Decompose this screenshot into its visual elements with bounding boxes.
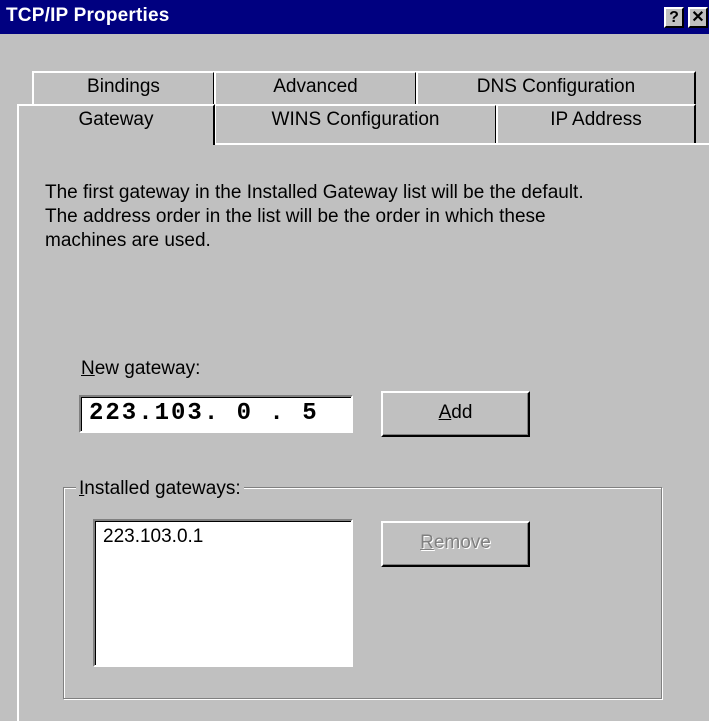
tab-ip-address[interactable]: IP Address (496, 104, 696, 144)
description-line: The first gateway in the Installed Gatew… (45, 182, 584, 203)
tab-bindings[interactable]: Bindings (32, 71, 215, 105)
remove-button[interactable]: Remove (381, 521, 530, 567)
new-gateway-input[interactable]: 223.103. 0 . 5 (79, 395, 353, 433)
tab-advanced[interactable]: Advanced (214, 71, 417, 105)
add-button-label: Add (438, 402, 473, 423)
tab-wins-configuration[interactable]: WINS Configuration (214, 104, 497, 144)
tab-wins-configuration-label: WINS Configuration (271, 109, 440, 130)
tab-dns-configuration[interactable]: DNS Configuration (416, 71, 696, 105)
tab-gateway[interactable]: Gateway (17, 104, 215, 145)
question-mark-icon: ? (669, 9, 679, 26)
tab-ip-address-label: IP Address (550, 109, 642, 130)
tab-advanced-label: Advanced (273, 76, 358, 97)
tab-gateway-label: Gateway (78, 109, 154, 130)
title-bar[interactable]: TCP/IP Properties ? ✕ (0, 0, 709, 34)
close-button[interactable]: ✕ (688, 7, 708, 28)
add-button[interactable]: Add (381, 391, 530, 437)
window-title: TCP/IP Properties (6, 5, 170, 26)
gateway-description: The first gateway in the Installed Gatew… (45, 181, 705, 253)
tab-dns-configuration-label: DNS Configuration (476, 76, 636, 97)
close-icon: ✕ (691, 9, 705, 26)
remove-button-label: Remove (420, 532, 491, 553)
help-button[interactable]: ? (664, 7, 684, 28)
tcpip-properties-window: TCP/IP Properties ? ✕ Bindings Advanced … (0, 0, 709, 721)
description-line: The address order in the list will be th… (45, 206, 546, 227)
list-item[interactable]: 223.103.0.1 (103, 526, 203, 548)
new-gateway-value: 223.103. 0 . 5 (89, 400, 319, 427)
description-line: machines are used. (45, 230, 211, 251)
new-gateway-label: New gateway: (81, 358, 201, 379)
installed-gateways-label: Installed gateways: (76, 478, 244, 500)
installed-gateways-list[interactable]: 223.103.0.1 (93, 519, 353, 667)
tab-bindings-label: Bindings (87, 76, 160, 97)
